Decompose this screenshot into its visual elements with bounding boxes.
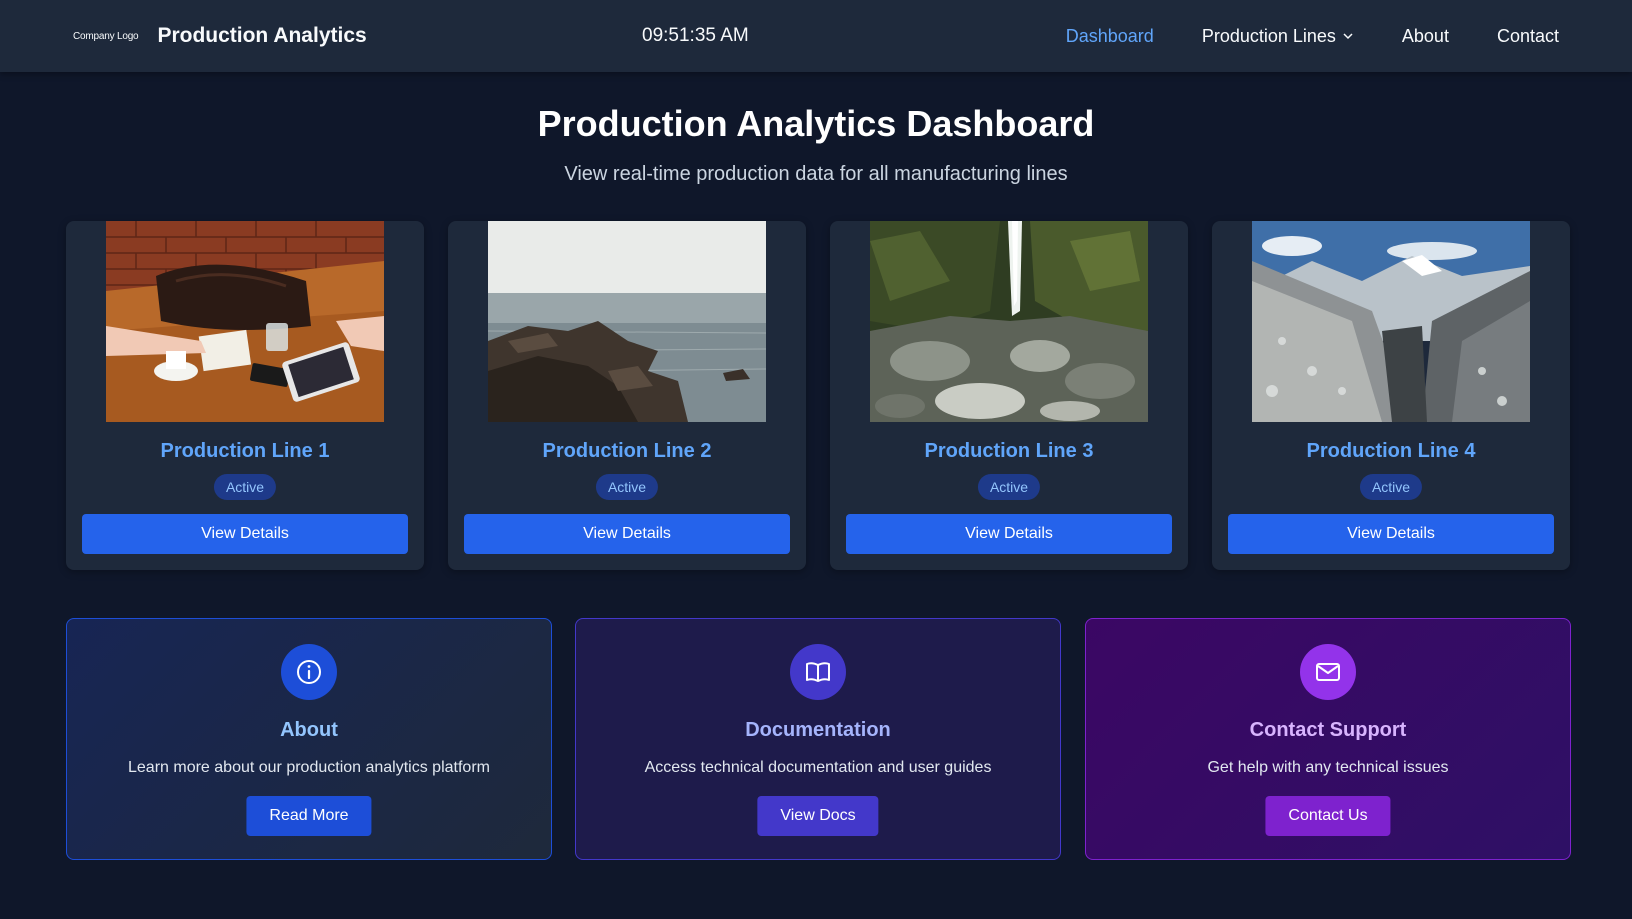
brand-title[interactable]: Production Analytics <box>157 24 366 48</box>
page-subtitle: View real-time production data for all m… <box>564 163 1068 185</box>
production-line-title: Production Line 3 <box>924 440 1094 462</box>
status-badge: Active <box>213 474 277 500</box>
view-details-button[interactable]: View Details <box>464 514 790 554</box>
production-line-card: Production Line 4 Active View Details <box>1212 221 1570 570</box>
production-line-card: Production Line 2 Active View Details <box>448 221 806 570</box>
nav-link-about[interactable]: About <box>1402 26 1449 47</box>
chevron-down-icon <box>1343 33 1353 40</box>
mail-icon <box>1300 644 1356 700</box>
page-title: Production Analytics Dashboard <box>537 103 1095 144</box>
status-badge: Active <box>977 474 1041 500</box>
nav-links: Dashboard Production Lines About Contact <box>1018 0 1559 72</box>
view-details-button[interactable]: View Details <box>846 514 1172 554</box>
contact-support-title: Contact Support <box>1249 719 1407 741</box>
documentation-card: Documentation Access technical documenta… <box>575 618 1061 860</box>
production-line-card: Production Line 1 Active View Details <box>66 221 424 570</box>
brand[interactable]: Company Logo Production Analytics <box>73 0 367 72</box>
contact-us-button[interactable]: Contact Us <box>1265 796 1391 836</box>
read-more-button[interactable]: Read More <box>246 796 372 836</box>
contact-support-description: Get help with any technical issues <box>1207 759 1449 776</box>
view-details-button[interactable]: View Details <box>1228 514 1554 554</box>
view-docs-button[interactable]: View Docs <box>757 796 879 836</box>
nav-link-production-lines[interactable]: Production Lines <box>1202 26 1354 47</box>
production-line-card: Production Line 3 Active View Details <box>830 221 1188 570</box>
rocky-coast-photo <box>488 221 766 422</box>
nav-link-contact[interactable]: Contact <box>1497 26 1559 47</box>
nav-link-dashboard[interactable]: Dashboard <box>1066 26 1154 47</box>
live-clock: 09:51:35 AM <box>642 25 749 46</box>
about-description: Learn more about our production analytic… <box>128 759 490 776</box>
company-logo[interactable]: Company Logo <box>73 31 139 42</box>
book-icon <box>790 644 846 700</box>
nav-link-production-lines-label: Production Lines <box>1201 25 1336 46</box>
documentation-title: Documentation <box>745 719 891 741</box>
waterfall-gorge-photo <box>870 221 1148 422</box>
about-card: About Learn more about our production an… <box>66 618 552 860</box>
snowy-mountains-photo <box>1252 221 1530 422</box>
view-details-button[interactable]: View Details <box>82 514 408 554</box>
top-navbar: Company Logo Production Analytics 09:51:… <box>0 0 1632 72</box>
documentation-description: Access technical documentation and user … <box>644 759 992 776</box>
production-line-title: Production Line 2 <box>542 440 712 462</box>
status-badge: Active <box>595 474 659 500</box>
info-icon <box>281 644 337 700</box>
production-line-title: Production Line 4 <box>1306 440 1476 462</box>
contact-support-card: Contact Support Get help with any techni… <box>1085 618 1571 860</box>
status-badge: Active <box>1359 474 1423 500</box>
workspace-table-photo <box>106 221 384 422</box>
about-title: About <box>280 719 338 741</box>
production-line-title: Production Line 1 <box>160 440 330 462</box>
